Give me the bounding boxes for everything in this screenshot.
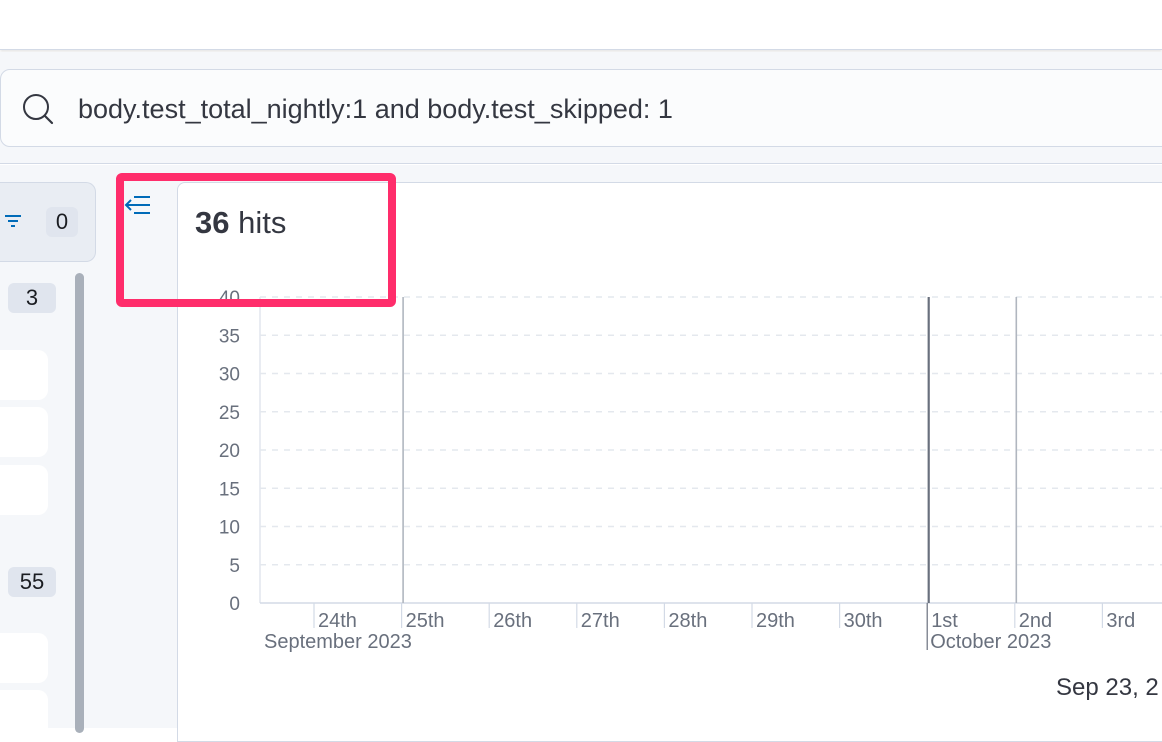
date-range-label: Sep 23, 2 — [1056, 674, 1159, 701]
y-tick-label: 0 — [229, 594, 240, 615]
histogram-chart[interactable]: 0 5 10 15 20 25 30 35 40 24th 25th 26th 27th 28th 29th… — [0, 0, 1162, 728]
x-month-label: September 2023 — [264, 631, 412, 653]
x-tick-label: 24th — [318, 610, 357, 632]
y-tick-label: 35 — [219, 326, 240, 347]
x-tick-label: 26th — [493, 610, 532, 632]
x-tick-label: 27th — [581, 610, 620, 632]
x-tick-label: 28th — [668, 610, 707, 632]
x-tick-label: 29th — [756, 610, 795, 632]
x-tick-label: 25th — [406, 610, 445, 632]
y-tick-label: 25 — [219, 403, 240, 424]
x-tick-label: 1st — [931, 610, 958, 632]
y-tick-label: 40 — [219, 288, 240, 309]
x-tick-label: 30th — [844, 610, 883, 632]
y-tick-label: 5 — [229, 556, 240, 577]
y-tick-label: 15 — [219, 479, 240, 500]
x-month-label: October 2023 — [930, 631, 1051, 653]
y-tick-label: 10 — [219, 518, 240, 539]
y-tick-label: 30 — [219, 365, 240, 386]
x-tick-label: 2nd — [1019, 610, 1052, 632]
y-tick-label: 20 — [219, 441, 240, 462]
x-tick-label: 3rd — [1106, 610, 1135, 632]
